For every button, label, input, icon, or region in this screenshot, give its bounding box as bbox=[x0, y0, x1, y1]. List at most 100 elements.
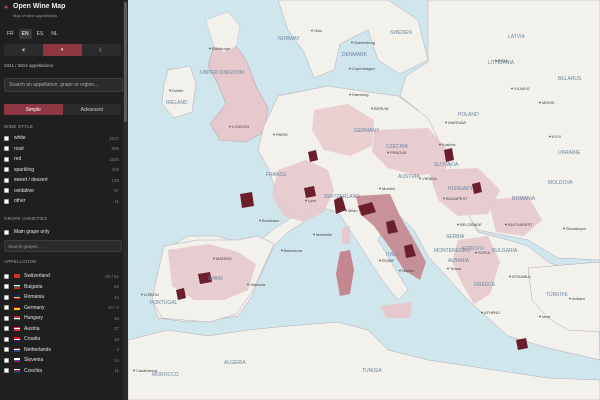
country-flag-icon bbox=[14, 326, 20, 331]
sun-icon[interactable]: ☀ bbox=[4, 44, 43, 56]
wine-style-count: 1830 bbox=[108, 156, 119, 162]
wine-style-item[interactable]: sweet / dessert 138 bbox=[4, 175, 121, 186]
country-label: MOLDOVA bbox=[548, 180, 573, 186]
country-label: POLAND bbox=[458, 112, 479, 118]
city-marker bbox=[141, 293, 143, 296]
checkbox[interactable] bbox=[4, 326, 9, 332]
appellation-count-value: 30 / 61 bbox=[105, 273, 119, 279]
mode-switcher: Simple Advanced bbox=[4, 104, 121, 115]
city-marker bbox=[213, 257, 215, 260]
appellation-count-value: 11 bbox=[114, 368, 119, 374]
country-label: GERMANY bbox=[354, 128, 380, 134]
appellation-item[interactable]: Germany 13 / 0 bbox=[4, 303, 121, 314]
city-marker bbox=[273, 133, 275, 136]
checkbox[interactable] bbox=[4, 357, 9, 363]
main-grape-only-toggle[interactable]: Main grape only bbox=[4, 227, 121, 238]
checkbox[interactable] bbox=[4, 305, 9, 311]
wine-style-label: other bbox=[14, 198, 26, 205]
checkbox[interactable] bbox=[4, 146, 9, 152]
checkbox[interactable] bbox=[4, 198, 9, 204]
country-flag-icon bbox=[14, 316, 20, 321]
half-moon-icon[interactable]: ◐ bbox=[43, 44, 82, 56]
map-view[interactable]: IRELAND UNITED KINGDOM NORWAY DENMARK SWEDEN… bbox=[128, 0, 600, 400]
appellation-item[interactable]: Hungary 35 bbox=[4, 313, 121, 324]
appellation-item[interactable]: Switzerland 30 / 61 bbox=[4, 271, 121, 282]
country-label: AUSTRIA bbox=[398, 174, 420, 180]
city-label: BERLIN bbox=[374, 106, 389, 111]
checkbox[interactable] bbox=[4, 167, 9, 173]
city-marker bbox=[259, 219, 261, 222]
wine-style-item[interactable]: other 11 bbox=[4, 196, 121, 207]
city-label: VILNIUS bbox=[514, 86, 530, 91]
city-marker bbox=[569, 297, 571, 300]
country-label: UNITED KINGDOM bbox=[200, 70, 244, 76]
theme-switcher: ☀ ◐ ☾ bbox=[4, 44, 121, 56]
city-marker bbox=[349, 67, 351, 70]
lang-en[interactable]: EN bbox=[18, 29, 32, 39]
checkbox[interactable] bbox=[4, 284, 9, 290]
checkbox[interactable] bbox=[4, 294, 9, 300]
appellation-label: Romania bbox=[24, 294, 45, 301]
city-label: Munich bbox=[382, 186, 395, 191]
appellation-count: 2341 / 2814 appellations bbox=[4, 63, 54, 68]
appellation-item[interactable]: Czechia 11 bbox=[4, 366, 121, 377]
city-label: Izmir bbox=[542, 314, 551, 319]
appellation-label: Germany bbox=[24, 304, 45, 311]
appellation-list: Switzerland 30 / 61 Bulgaria 52 Romania 34 Ger… bbox=[4, 271, 121, 376]
city-marker bbox=[281, 249, 283, 252]
checkbox[interactable] bbox=[4, 135, 9, 141]
scroll-thumb[interactable] bbox=[124, 2, 127, 122]
wine-style-item[interactable]: red 1830 bbox=[4, 154, 121, 165]
country-flag-icon bbox=[14, 347, 20, 352]
city-marker bbox=[445, 121, 447, 124]
city-marker bbox=[539, 101, 541, 104]
checkbox[interactable] bbox=[4, 188, 9, 194]
mode-advanced-button[interactable]: Advanced bbox=[63, 104, 122, 115]
appellation-item[interactable]: Croatia 18 bbox=[4, 334, 121, 345]
city-marker bbox=[443, 197, 445, 200]
city-label: MADRID bbox=[216, 256, 232, 261]
city-marker bbox=[305, 199, 307, 202]
appellation-item[interactable]: Netherlands 4 bbox=[4, 345, 121, 356]
city-marker bbox=[505, 223, 507, 226]
wine-style-item[interactable]: sparkling 419 bbox=[4, 165, 121, 176]
wine-style-item[interactable]: rosé 898 bbox=[4, 144, 121, 155]
lang-nl[interactable]: NL bbox=[48, 29, 60, 39]
wine-style-item[interactable]: oxidative 97 bbox=[4, 186, 121, 197]
checkbox[interactable] bbox=[4, 336, 9, 342]
checkbox[interactable] bbox=[4, 229, 9, 235]
country-label: BELARUS bbox=[558, 76, 582, 82]
lang-fr[interactable]: FR bbox=[4, 29, 17, 39]
map-canvas[interactable]: IRELAND UNITED KINGDOM NORWAY DENMARK SWEDEN… bbox=[128, 0, 600, 400]
appellation-item[interactable]: Austria 27 bbox=[4, 324, 121, 335]
country-label: SWITZERLAND bbox=[324, 194, 360, 200]
city-label: Naples bbox=[402, 268, 414, 273]
city-marker bbox=[247, 283, 249, 286]
checkbox[interactable] bbox=[4, 177, 9, 183]
mode-simple-button[interactable]: Simple bbox=[4, 104, 63, 115]
appellation-count-value: 14 bbox=[113, 357, 119, 363]
wine-style-count: 419 bbox=[111, 167, 119, 173]
lang-es[interactable]: ES bbox=[34, 29, 47, 39]
checkbox[interactable] bbox=[4, 315, 9, 321]
city-label: LONDON bbox=[232, 124, 249, 129]
checkbox[interactable] bbox=[4, 156, 9, 162]
country-label: NORWAY bbox=[278, 36, 301, 42]
country-flag-icon bbox=[14, 337, 20, 342]
checkbox[interactable] bbox=[4, 347, 9, 353]
appellation-item[interactable]: Slovenia 14 bbox=[4, 355, 121, 366]
city-marker bbox=[229, 125, 231, 128]
city-label: ISTANBUL bbox=[512, 274, 532, 279]
search-input[interactable]: Search an appellation, grape or region..… bbox=[4, 78, 123, 92]
checkbox[interactable] bbox=[4, 368, 9, 374]
moon-icon[interactable]: ☾ bbox=[82, 44, 121, 56]
wine-style-count: 1627 bbox=[108, 135, 119, 141]
wine-style-item[interactable]: white 1627 bbox=[4, 133, 121, 144]
appellation-item[interactable]: Bulgaria 52 bbox=[4, 282, 121, 293]
country-flag-icon bbox=[14, 295, 20, 300]
city-label: SOFIA bbox=[478, 250, 490, 255]
appellation-item[interactable]: Romania 34 bbox=[4, 292, 121, 303]
grape-search-input[interactable]: Search grapes... bbox=[4, 240, 122, 252]
checkbox[interactable] bbox=[4, 273, 9, 279]
city-marker bbox=[511, 87, 513, 90]
